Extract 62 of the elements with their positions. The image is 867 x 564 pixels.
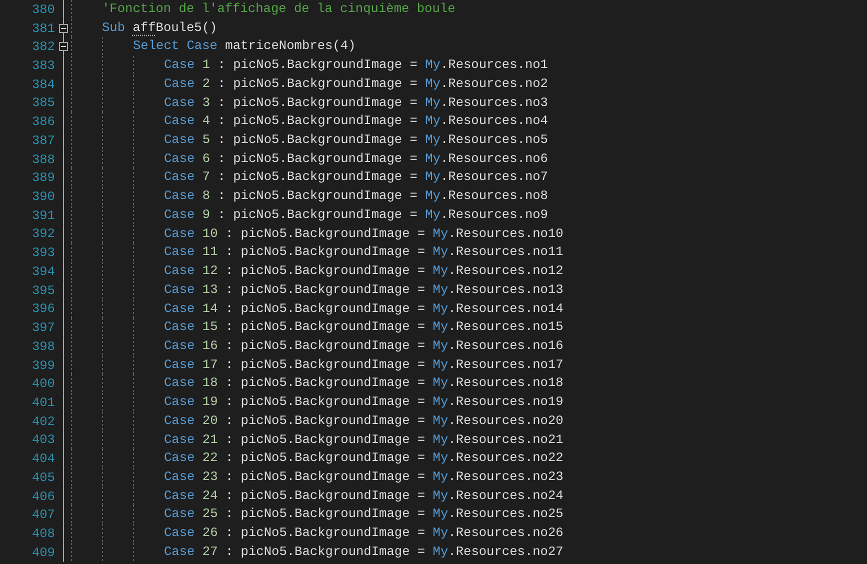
code-line: Case 16 : picNo5.BackgroundImage = My.Resources.no16 [164, 336, 564, 355]
line-number: 382 [30, 39, 55, 54]
line-number: 385 [30, 95, 55, 110]
code-line: Case 5 : picNo5.BackgroundImage = My.Resources.no5 [164, 131, 548, 150]
collapse-icon[interactable] [58, 24, 68, 33]
code-line: Case 10 : picNo5.BackgroundImage = My.Resources.no10 [164, 224, 564, 243]
line-number: 407 [30, 507, 55, 522]
line-number: 404 [30, 451, 55, 466]
line-number: 405 [30, 470, 55, 485]
line-number: 394 [30, 264, 55, 279]
line-number: 386 [30, 114, 55, 130]
line-number: 395 [30, 282, 55, 298]
line-number: 397 [30, 320, 55, 336]
code-line: Case 8 : picNo5.BackgroundImage = My.Resources.no8 [164, 187, 548, 206]
code-line: Case 25 : picNo5.BackgroundImage = My.Resources.no25 [164, 505, 564, 524]
code-line: Case 17 : picNo5.BackgroundImage = My.Resources.no17 [164, 356, 564, 374]
line-number: 400 [30, 376, 55, 392]
line-number: 384 [30, 76, 55, 92]
line-number: 383 [30, 58, 55, 74]
line-number: 387 [30, 132, 55, 148]
code-line: Case 18 : picNo5.BackgroundImage = My.Resources.no18 [164, 374, 564, 392]
line-number: 406 [30, 488, 55, 504]
code-line: Case 14 : picNo5.BackgroundImage = My.Resources.no14 [164, 300, 564, 318]
code-line: Case 15 : picNo5.BackgroundImage = My.Resources.no15 [164, 318, 564, 336]
code-line: Case 9 : picNo5.BackgroundImage = My.Resources.no9 [164, 206, 548, 224]
line-number: 402 [30, 414, 55, 429]
code-line: Case 24 : picNo5.BackgroundImage = My.Resources.no24 [164, 486, 564, 505]
code-line: Case 21 : picNo5.BackgroundImage = My.Resources.no21 [164, 430, 564, 449]
line-number: 403 [30, 432, 55, 448]
line-number: 380 [30, 2, 55, 17]
code-line: Case 27 : picNo5.BackgroundImage = My.Resources.no27 [164, 542, 564, 561]
code-line: Case 7 : picNo5.BackgroundImage = My.Resources.no7 [164, 168, 548, 186]
line-number: 381 [30, 20, 55, 36]
code-line: Case 20 : picNo5.BackgroundImage = My.Resources.no20 [164, 412, 564, 430]
code-line: Case 4 : picNo5.BackgroundImage = My.Resources.no4 [164, 112, 548, 130]
line-number: 390 [30, 189, 55, 204]
code-line: Case 22 : picNo5.BackgroundImage = My.Resources.no22 [164, 449, 564, 468]
code-line: Select Case matriceNombres(4) [133, 37, 356, 56]
line-number: 393 [30, 245, 55, 260]
line-number: 399 [30, 358, 55, 373]
line-number: 391 [30, 208, 55, 223]
code-line: Case 1 : picNo5.BackgroundImage = My.Resources.no1 [164, 56, 548, 74]
line-number: 409 [30, 544, 55, 560]
code-line: Case 23 : picNo5.BackgroundImage = My.Resources.no23 [164, 468, 564, 486]
line-number: 401 [30, 394, 55, 410]
line-number: 389 [30, 170, 55, 186]
code-line: Case 13 : picNo5.BackgroundImage = My.Resources.no13 [164, 280, 564, 299]
code-line: Case 6 : picNo5.BackgroundImage = My.Resources.no6 [164, 150, 548, 168]
line-number: 396 [30, 301, 55, 316]
code-line: Sub affBoule5() [102, 18, 218, 37]
code-line: Case 26 : picNo5.BackgroundImage = My.Resources.no26 [164, 524, 564, 542]
code-line: Case 11 : picNo5.BackgroundImage = My.Resources.no11 [164, 243, 564, 262]
code-line: Case 3 : picNo5.BackgroundImage = My.Resources.no3 [164, 94, 548, 112]
code-line: Case 12 : picNo5.BackgroundImage = My.Resources.no12 [164, 262, 564, 280]
line-number: 388 [30, 152, 55, 167]
line-number: 408 [30, 526, 55, 541]
collapse-icon[interactable] [58, 42, 68, 52]
line-number: 392 [30, 226, 55, 242]
line-number: 398 [30, 338, 55, 354]
code-line: Case 19 : picNo5.BackgroundImage = My.Resources.no19 [164, 393, 564, 412]
code-comment: 'Fonction de l'affichage de la cinquième boule [102, 0, 456, 18]
code-line: Case 2 : picNo5.BackgroundImage = My.Resources.no2 [164, 74, 548, 93]
